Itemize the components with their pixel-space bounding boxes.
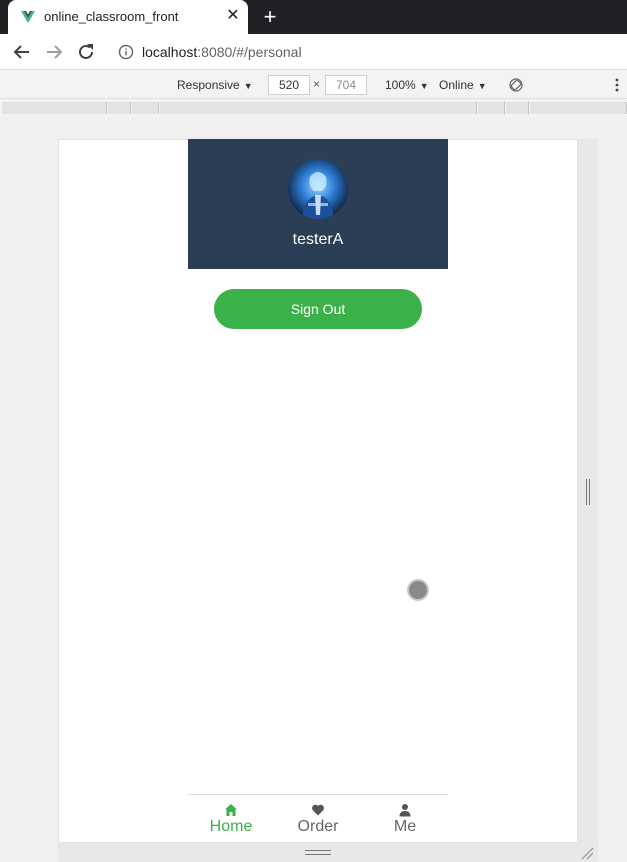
- chevron-down-icon: ▼: [419, 81, 429, 91]
- rotate-icon[interactable]: [508, 77, 524, 93]
- resize-grip-icon: [586, 479, 590, 505]
- dimension-separator: ×: [313, 77, 321, 91]
- media-query-segment[interactable]: [108, 102, 131, 114]
- vue-logo-icon: [21, 11, 35, 23]
- device-toolbar: Responsive ▼ 520 × 704 100% ▼ Online ▼: [0, 71, 627, 99]
- address-bar[interactable]: localhost:8080/#/personal: [108, 37, 620, 67]
- chevron-down-icon: ▼: [477, 81, 487, 91]
- username: testerA: [292, 231, 344, 248]
- tab-order-label: Order: [297, 818, 339, 835]
- new-tab-icon[interactable]: +: [258, 5, 282, 29]
- device-mode-label: Responsive: [177, 78, 240, 92]
- resize-handle-right[interactable]: [578, 139, 598, 843]
- close-tab-icon[interactable]: ✕: [224, 7, 242, 25]
- media-query-segment[interactable]: [530, 102, 627, 114]
- tab-me-label: Me: [393, 818, 417, 835]
- zoom-label: 100%: [385, 78, 416, 92]
- media-query-segment[interactable]: [132, 102, 159, 114]
- back-icon[interactable]: [10, 40, 34, 64]
- url-host: localhost: [142, 44, 198, 60]
- zoom-select[interactable]: 100% ▼: [385, 78, 429, 92]
- tab-me[interactable]: Me: [362, 795, 448, 843]
- url-path: :8080/#/personal: [197, 44, 302, 60]
- heart-icon: [312, 804, 324, 816]
- resize-corner-icon[interactable]: [580, 846, 594, 860]
- resize-handle-bottom[interactable]: [58, 843, 598, 862]
- chevron-down-icon: ▼: [243, 81, 253, 91]
- more-options-icon[interactable]: [609, 77, 625, 93]
- forward-icon[interactable]: [42, 40, 66, 64]
- height-input[interactable]: 704: [325, 75, 367, 95]
- touch-cursor-icon: [407, 579, 429, 601]
- resize-grip-icon: [305, 850, 331, 855]
- browser-tab-strip: online_classroom_front ✕ +: [0, 0, 627, 34]
- width-input[interactable]: 520: [268, 75, 310, 95]
- info-icon[interactable]: [118, 44, 134, 60]
- media-query-bar: [0, 99, 627, 117]
- avatar[interactable]: [288, 159, 348, 219]
- network-label: Online: [439, 78, 474, 92]
- reload-icon[interactable]: [74, 40, 98, 64]
- media-query-segment[interactable]: [478, 102, 505, 114]
- media-query-segment[interactable]: [506, 102, 529, 114]
- home-icon: [225, 804, 237, 816]
- tab-order[interactable]: Order: [275, 795, 361, 843]
- tab-home[interactable]: Home: [188, 795, 274, 843]
- url-text: localhost:8080/#/personal: [142, 44, 302, 60]
- network-throttle-select[interactable]: Online ▼: [439, 78, 487, 92]
- browser-toolbar: localhost:8080/#/personal: [0, 34, 627, 70]
- tab-title: online_classroom_front: [44, 9, 179, 24]
- sign-out-button[interactable]: Sign Out: [214, 289, 422, 329]
- media-query-segment[interactable]: [2, 102, 107, 114]
- user-icon: [399, 804, 411, 817]
- tab-home-label: Home: [209, 818, 253, 835]
- profile-header: testerA: [188, 139, 448, 269]
- bottom-tab-bar: Home Order Me: [188, 794, 448, 842]
- browser-tab[interactable]: online_classroom_front ✕: [8, 0, 248, 34]
- device-mode-select[interactable]: Responsive ▼: [177, 78, 253, 92]
- media-query-segment[interactable]: [160, 102, 477, 114]
